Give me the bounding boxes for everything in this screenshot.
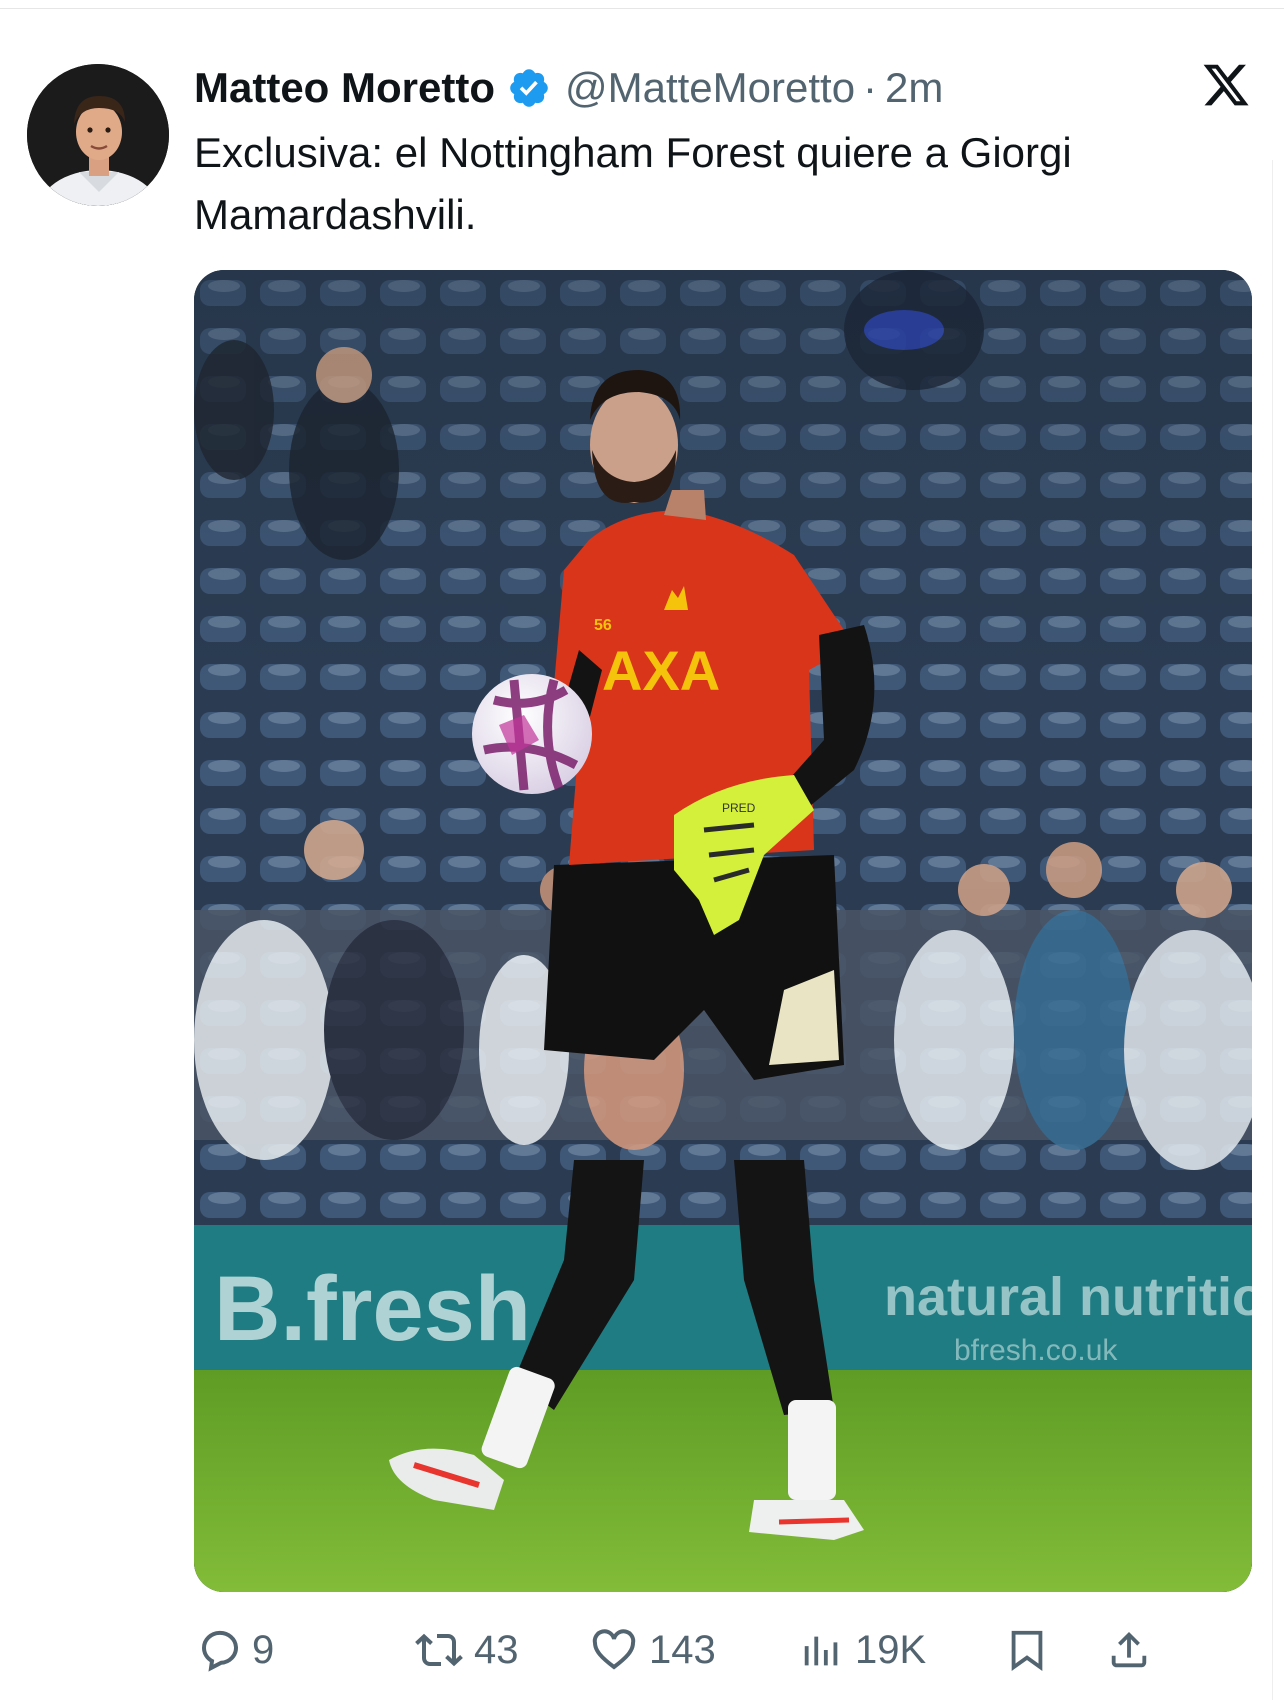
share-button[interactable]	[1106, 1610, 1152, 1690]
reply-icon	[194, 1626, 242, 1674]
glove-brand: PRED	[722, 801, 756, 815]
share-icon	[1106, 1625, 1152, 1675]
like-button[interactable]: 143	[589, 1610, 716, 1690]
shirt-sponsor: AXA	[602, 639, 720, 702]
author-handle[interactable]: @MatteMoretto	[565, 64, 855, 112]
right-divider	[1272, 160, 1273, 1700]
separator-dot: ·	[863, 64, 878, 111]
tweet-text: Exclusiva: el Nottingham Forest quiere a…	[194, 129, 1072, 238]
tweet-action-bar: 9 43 143 19K	[194, 1610, 1274, 1690]
views-icon	[799, 1626, 845, 1674]
verified-badge-icon	[507, 66, 551, 110]
repost-count: 43	[474, 1627, 519, 1672]
shirt-number: 56	[594, 617, 612, 634]
reply-count: 9	[252, 1627, 275, 1672]
tweet-header: Matteo Moretto @MatteMoretto · 2m	[194, 60, 943, 116]
bookmark-icon	[1004, 1625, 1050, 1675]
tweet-timestamp[interactable]: 2m	[885, 64, 943, 112]
board-brand-right: natural nutrition	[884, 1267, 1252, 1327]
board-brand-left: B.fresh	[214, 1258, 531, 1360]
author-name[interactable]: Matteo Moretto	[194, 64, 495, 112]
views-count: 19K	[855, 1627, 927, 1672]
like-count: 143	[649, 1627, 716, 1672]
views-button[interactable]: 19K	[799, 1610, 926, 1690]
top-divider	[0, 8, 1284, 9]
like-icon	[589, 1626, 639, 1674]
tweet-photo[interactable]: B.fresh natural nutrition bfresh.co.uk A…	[194, 270, 1252, 1592]
board-url: bfresh.co.uk	[954, 1334, 1118, 1367]
author-avatar[interactable]	[27, 64, 169, 206]
repost-button[interactable]: 43	[414, 1610, 519, 1690]
x-logo-icon	[1200, 60, 1252, 110]
reply-button[interactable]: 9	[194, 1610, 274, 1690]
repost-icon	[414, 1626, 464, 1674]
bookmark-button[interactable]	[1004, 1610, 1050, 1690]
